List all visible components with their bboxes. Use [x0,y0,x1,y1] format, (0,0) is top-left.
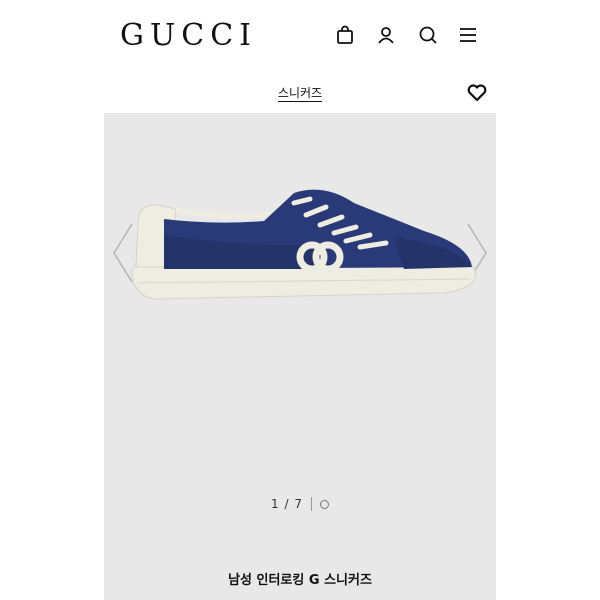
pager-divider [310,497,312,511]
user-icon[interactable] [375,24,397,46]
pager-dot[interactable] [319,499,329,509]
category-bar: 스니커즈 [104,74,496,114]
heart-icon[interactable] [466,82,488,104]
menu-icon[interactable] [457,24,479,46]
shopping-bag-icon[interactable] [334,24,356,46]
brand-logo[interactable]: GUCCI [120,16,257,56]
image-pager: 1 / 7 [104,497,496,511]
search-icon[interactable] [417,24,439,46]
product-title: 남성 인터로킹 G 스니커즈 [228,573,372,588]
site-header: GUCCI [0,0,600,72]
sneaker-image [131,189,477,300]
product-image-gallery[interactable]: 1 / 7 남성 인터로킹 G 스니커즈 [104,113,496,600]
category-link[interactable]: 스니커즈 [277,86,323,102]
page-indicator: 1 / 7 [271,497,303,511]
